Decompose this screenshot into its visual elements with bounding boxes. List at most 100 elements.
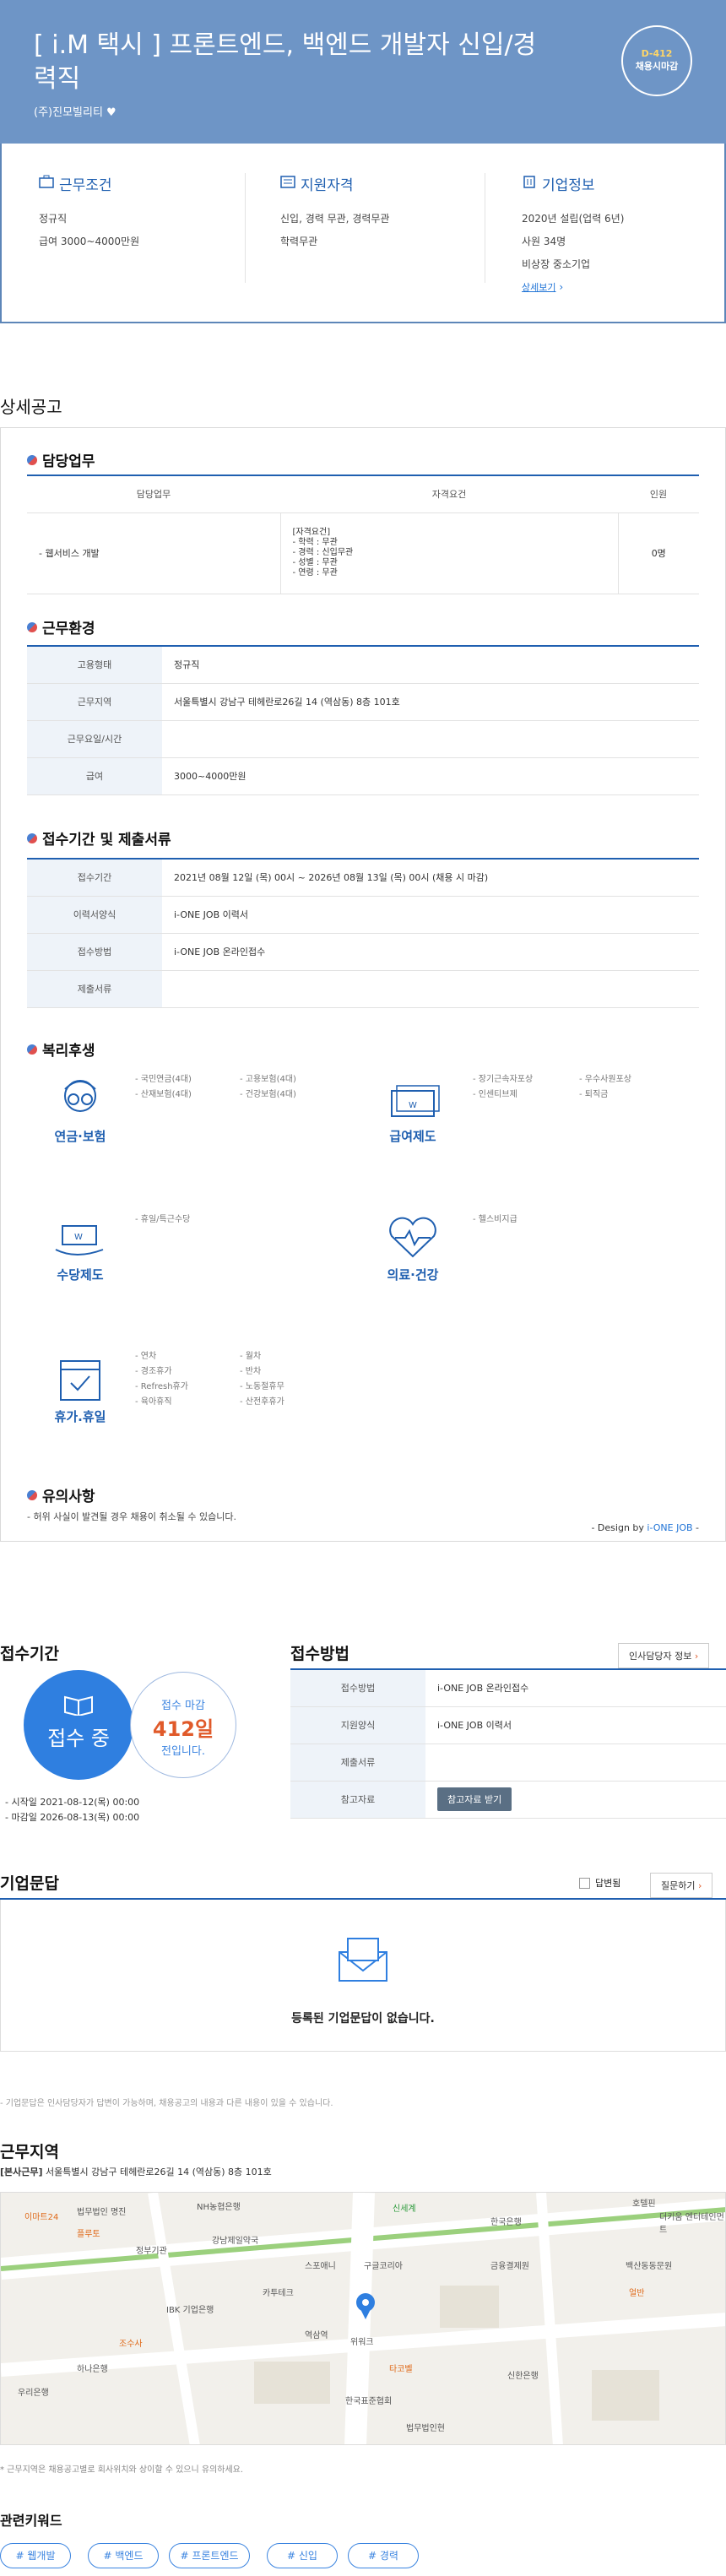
ask-button[interactable]: 질문하기 ›: [650, 1873, 713, 1898]
welfare-list: - 연차 - 경조휴가 - Refresh휴가 - 육아휴직: [135, 1349, 188, 1410]
left-label: 접수 마감: [161, 1700, 205, 1712]
end-date: - 마감일 2026-08-13(목) 00:00: [5, 1812, 140, 1823]
detail-title: 상세공고: [0, 397, 62, 417]
ask-button-label: 질문하기: [661, 1880, 696, 1891]
welfare-item: - 건강보험(4대): [240, 1090, 296, 1099]
col-header: 담당업무: [27, 475, 280, 513]
map-label: 카투테크: [263, 2289, 294, 2298]
checkbox[interactable]: [579, 1877, 590, 1889]
keyword-tag[interactable]: # 웹개발: [0, 2543, 71, 2568]
design-suffix: -: [692, 1522, 699, 1533]
keyword-tag[interactable]: # 프론트엔드: [169, 2543, 250, 2568]
qa-title: 기업문답: [0, 1874, 59, 1893]
row-value: 정규직: [162, 646, 699, 684]
qa-empty: 등록된 기업문답이 없습니다.: [291, 2012, 435, 2026]
map[interactable]: NH농협은행 호텔핀 법무법인 명진 강남제일약국 한국은행 더키움 엔터테인먼…: [0, 2192, 726, 2445]
welfare-medical: 의료·건강: [375, 1212, 451, 1283]
row-key: 접수기간: [27, 859, 162, 897]
company-item: 2020년 설립(업력 6년): [522, 213, 625, 225]
row-key: 급여: [27, 757, 162, 795]
dday-badge: D-412 채용시마감: [621, 25, 692, 96]
duty-title: 담당업무: [42, 453, 95, 470]
col-header: 자격요건: [280, 475, 618, 513]
location-note: * 근무지역은 채용공고별로 회사위치와 상이할 수 있으니 유의하세요.: [0, 2465, 244, 2475]
map-label: 금융결제원: [490, 2262, 529, 2271]
qa-note: - 기업문답은 인사담당자가 답변이 가능하며, 채용공고의 내용과 다른 내용…: [0, 2099, 333, 2108]
welfare-list: - 월차 - 반차 - 노동절휴무 - 산전후휴가: [240, 1349, 284, 1410]
hand-money-icon: W: [42, 1212, 118, 1266]
col-header: 인원: [618, 475, 699, 513]
briefcase-icon: [39, 175, 54, 193]
company-name[interactable]: (주)진모빌리티 ♥: [34, 103, 116, 119]
section-notice: 유의사항: [27, 1484, 95, 1505]
contact-button-label: 인사담당자 정보: [629, 1651, 692, 1662]
reference-download-button[interactable]: 참고자료 받기: [437, 1787, 512, 1811]
map-label: 우리은행: [18, 2389, 49, 2398]
map-label: NH농협은행: [197, 2203, 241, 2212]
pension-icon: [42, 1074, 118, 1127]
env-table: 고용형태 정규직 근무지역 서울특별시 강남구 테헤란로26길 14 (역삼동) 8…: [27, 645, 699, 795]
row-key: 접수방법: [290, 1669, 425, 1707]
welfare-label: 수당제도: [57, 1267, 104, 1283]
welfare-vacation: 휴가.휴일: [42, 1351, 118, 1425]
welfare-item: - 월차: [240, 1352, 262, 1361]
keyword-tag[interactable]: # 신입: [267, 2543, 338, 2568]
welfare-item: - 퇴직금: [579, 1090, 609, 1099]
map-label: 타코벨: [389, 2365, 413, 2374]
chevron-right-icon: ›: [559, 281, 564, 293]
money-icon: W: [375, 1074, 451, 1127]
map-label: 조수사: [119, 2340, 143, 2349]
location-title: 근무지역: [0, 2143, 59, 2161]
duty-count: 0명: [618, 512, 699, 594]
svg-text:W: W: [409, 1101, 417, 1110]
map-label: 한국은행: [490, 2218, 522, 2227]
contact-button[interactable]: 인사담당자 정보 ›: [618, 1643, 710, 1668]
map-label: 하나은행: [77, 2365, 108, 2374]
section-duty: 담당업무: [27, 449, 95, 470]
design-credit: - Design by i-ONE JOB -: [591, 1522, 699, 1533]
map-label: 구글코리아: [364, 2262, 403, 2271]
keyword-tag[interactable]: # 백엔드: [88, 2543, 159, 2568]
map-label: 스포애니: [305, 2262, 336, 2271]
apply-info-title: 접수기간 및 제출서류: [42, 832, 171, 849]
period-status: 접수 중: [47, 1727, 110, 1750]
bullet-dot-icon: [27, 832, 37, 843]
welfare-label: 의료·건강: [387, 1267, 439, 1283]
qualification-item: 신입, 경력 무관, 경력무관: [280, 213, 390, 225]
row-value: i-ONE JOB 온라인접수: [162, 933, 699, 971]
chevron-right-icon: ›: [697, 1880, 702, 1891]
welfare-item: - 국민연금(4대): [135, 1075, 192, 1084]
row-value: 참고자료 받기: [425, 1781, 726, 1819]
summary-conditions: 근무조건 정규직 급여 3000~4000만원: [39, 173, 267, 253]
period-dates: - 시작일 2021-08-12(목) 00:00 - 마감일 2026-08-…: [5, 1795, 139, 1825]
chevron-right-icon: ›: [694, 1651, 699, 1662]
job-title: [ i.M 택시 ] 프론트엔드, 백엔드 개발자 신입/경력직: [34, 30, 537, 94]
qualification-title: 지원자격: [301, 177, 354, 194]
keyword-tag[interactable]: # 경력: [348, 2543, 419, 2568]
keywords-title: 관련키워드: [0, 2513, 62, 2529]
bullet-dot-icon: [27, 454, 37, 465]
row-key: 참고자료: [290, 1781, 425, 1819]
period-title: 접수기간: [0, 1645, 59, 1663]
calendar-icon: [42, 1351, 118, 1407]
answered-filter[interactable]: 답변됨: [579, 1876, 620, 1890]
company-item: 사원 34명: [522, 236, 566, 247]
welfare-label: 급여제도: [389, 1129, 436, 1144]
period-status-circle: 접수 중: [24, 1670, 133, 1780]
notice-title: 유의사항: [42, 1489, 95, 1505]
section-env: 근무환경: [27, 616, 95, 637]
welfare-item: - 고용보험(4대): [240, 1075, 296, 1084]
condition-item: 정규직: [39, 213, 68, 225]
welfare-item: - Refresh휴가: [135, 1382, 188, 1391]
row-key: 고용형태: [27, 646, 162, 684]
heart-icon[interactable]: ♥: [106, 106, 116, 119]
company-more-link[interactable]: 상세보기: [522, 282, 555, 293]
book-icon: [24, 1694, 133, 1718]
start-date-text: 시작일 2021-08-12(목) 00:00: [11, 1797, 140, 1808]
req-line: - 학력 : 무관: [292, 538, 338, 547]
days-left: 412일: [152, 1717, 214, 1741]
welfare-item: - 산전후휴가: [240, 1397, 284, 1407]
map-label: 호텔핀: [632, 2199, 656, 2209]
building-icon: [522, 175, 537, 193]
section-welfare: 복리후생: [27, 1039, 95, 1060]
